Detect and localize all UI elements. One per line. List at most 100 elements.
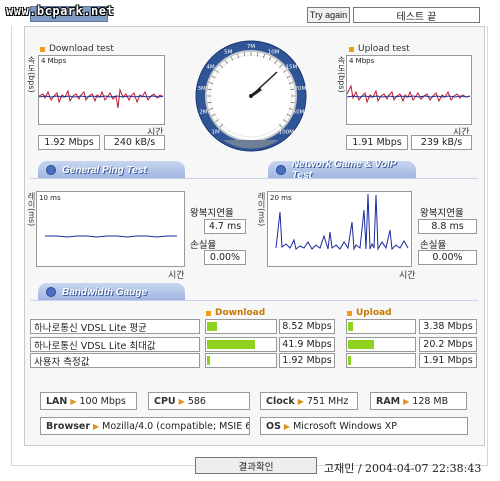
bw-download-bullet-icon xyxy=(206,310,211,316)
ping-divider xyxy=(30,178,478,179)
game-loss-label: 손실율 xyxy=(420,240,447,251)
browser-info: Browser ▶ Mozilla/4.0 (compatible; MSIE … xyxy=(40,417,250,435)
gauge-tick-label: 15M xyxy=(286,65,298,71)
upload-test-title: Upload test xyxy=(349,44,410,54)
game-test-header: Network Game & VoIP Test xyxy=(268,159,416,181)
clock-key: Clock xyxy=(266,395,295,407)
upload-graph: 4 Mbps xyxy=(346,55,472,125)
ping-chart-line xyxy=(45,235,177,238)
gauge-tick-label: 5M xyxy=(224,49,232,55)
gauge-tick-label: 20M xyxy=(295,86,307,92)
download-bar-value: 1.92 Mbps xyxy=(279,353,335,368)
os-arrow-icon: ▶ xyxy=(283,421,291,431)
game-graph: 20 ms xyxy=(267,191,412,267)
download-test-title: Download test xyxy=(40,44,114,54)
game-header-icon xyxy=(276,165,286,175)
cpu-value: 586 xyxy=(187,395,206,407)
bandwidth-header: Bandwidth Gauge xyxy=(38,283,185,301)
download-graph: 4 Mbps xyxy=(38,55,165,125)
browser-key: Browser xyxy=(46,420,91,432)
bandwidth-row-label: 사용자 측정값 xyxy=(30,353,200,368)
upload-bar-value: 20.2 Mbps xyxy=(419,337,477,352)
download-bar-track xyxy=(205,337,277,352)
gauge-tick-label: 4M xyxy=(206,65,214,71)
ping-header-text: General Ping Test xyxy=(62,164,147,176)
ping-graph: 10 ms xyxy=(36,191,185,267)
cpu-arrow-icon: ▶ xyxy=(178,396,185,406)
ping-latency-value: 4.7 ms xyxy=(204,219,246,234)
gauge-tick-label: 100M xyxy=(279,129,294,135)
download-bar-fill xyxy=(207,356,210,365)
os-key: OS xyxy=(266,420,281,432)
lan-arrow-icon: ▶ xyxy=(70,396,77,406)
upload-bar-track xyxy=(346,337,416,352)
upload-bar-track xyxy=(346,319,416,334)
try-again-button[interactable]: Try again xyxy=(307,7,350,23)
status-field: 테스트 끝 xyxy=(353,7,480,23)
download-bar-fill xyxy=(207,322,217,331)
download-bar-track xyxy=(205,319,277,334)
ram-info: RAM ▶ 128 MB xyxy=(370,392,467,410)
upload-kbs: 239 kB/s xyxy=(411,135,472,150)
signature: 고재민 / 2004-04-07 22:38:43 xyxy=(324,462,482,475)
download-chart-lines xyxy=(39,88,164,109)
cpu-info: CPU ▶ 586 xyxy=(148,392,250,410)
ram-arrow-icon: ▶ xyxy=(403,396,410,406)
gauge-tick-label: 1M xyxy=(212,129,220,135)
upload-bar-value: 1.91 Mbps xyxy=(419,353,477,368)
download-bar-value: 8.52 Mbps xyxy=(279,319,335,334)
bandwidth-row-label: 하나로통신 VDSL Lite 최대값 xyxy=(30,337,200,352)
gauge-tick-label: 10M xyxy=(268,49,280,55)
download-bar-value: 41.9 Mbps xyxy=(279,337,335,352)
clock-info: Clock ▶ 751 MHz xyxy=(260,392,358,410)
download-kbs: 240 kB/s xyxy=(104,135,165,150)
download-bar-track xyxy=(205,353,277,368)
game-latency-value: 8.8 ms xyxy=(418,219,477,234)
clock-value: 751 MHz xyxy=(306,395,349,407)
browser-value: Mozilla/4.0 (compatible; MSIE 6.0 xyxy=(102,420,250,432)
download-mbps: 1.92 Mbps xyxy=(38,135,100,150)
lan-key: LAN xyxy=(46,395,68,407)
cpu-key: CPU xyxy=(154,395,176,407)
bw-upload-head-text: Upload xyxy=(356,308,392,318)
bandwidth-header-text: Bandwidth Gauge xyxy=(62,286,147,298)
upload-bar-fill xyxy=(348,340,374,349)
upload-bar-fill xyxy=(348,322,353,331)
upload-bar-track xyxy=(346,353,416,368)
watermark: www.bcpark.net xyxy=(6,4,115,18)
game-chart-line xyxy=(275,193,409,251)
bandwidth-header-icon xyxy=(46,287,56,297)
gauge-tick-label: 3M xyxy=(197,86,205,92)
ram-value: 128 MB xyxy=(412,395,449,407)
ping-xlabel: 시간 xyxy=(168,271,185,281)
upload-mbps: 1.91 Mbps xyxy=(346,135,408,150)
os-info: OS ▶ Microsoft Windows XP xyxy=(260,417,468,435)
game-ylabel: 레이(ms) xyxy=(257,192,266,227)
bw-download-head-text: Download xyxy=(215,308,266,318)
ping-latency-label: 왕복지연율 xyxy=(190,208,234,219)
game-loss-value: 0.00% xyxy=(418,250,477,265)
upload-title-text: Upload test xyxy=(358,44,410,54)
bandwidth-row-label: 하나로통신 VDSL Lite 평균 xyxy=(30,319,200,334)
game-latency-label: 왕복지연율 xyxy=(420,208,464,219)
gauge-tick-label: 7M xyxy=(247,44,255,50)
upload-chart-lines xyxy=(347,84,471,104)
download-title-text: Download test xyxy=(49,44,114,54)
ram-key: RAM xyxy=(376,395,401,407)
lan-info: LAN ▶ 100 Mbps xyxy=(40,392,137,410)
gauge-tick-label: 2M xyxy=(199,109,207,115)
bw-upload-bullet-icon xyxy=(347,310,352,316)
game-xlabel: 시간 xyxy=(399,271,416,281)
upload-bar-fill xyxy=(348,356,351,365)
download-bar-fill xyxy=(207,340,255,349)
speed-test-window: www.bcpark.net Try again 테스트 끝 Download … xyxy=(0,0,500,481)
ping-loss-value: 0.00% xyxy=(204,250,246,265)
lan-value: 100 Mbps xyxy=(79,395,126,407)
upload-bar-value: 3.38 Mbps xyxy=(419,319,477,334)
confirm-results-button[interactable]: 결과확인 xyxy=(195,457,317,474)
download-ylabel: 속도(bps) xyxy=(27,56,36,93)
ping-loss-label: 손실율 xyxy=(190,240,217,251)
upload-bullet-icon xyxy=(349,46,354,52)
ping-test-header: General Ping Test xyxy=(38,161,185,179)
speed-gauge: 1M 2M 3M 4M 5M 7M 10M 15M 20M 50M 100M xyxy=(195,40,307,152)
